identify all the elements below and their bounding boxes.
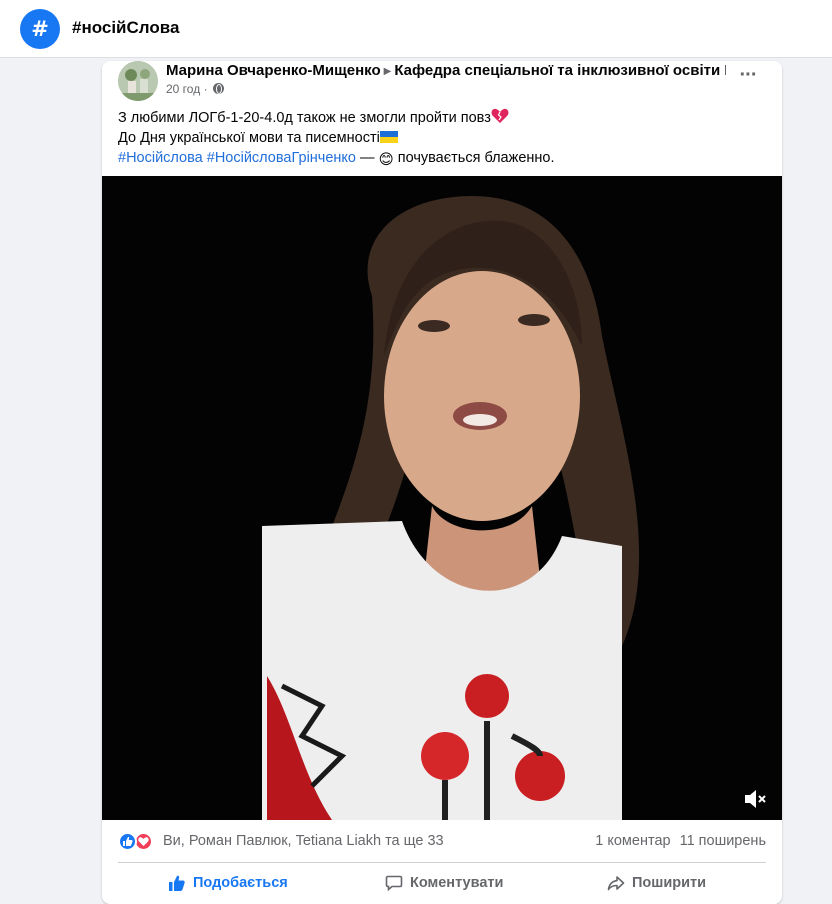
comment-icon [385,875,403,892]
post-text-line-1: З любими ЛОГб-1-20-4.0д також не змогли … [118,108,766,128]
post-time[interactable]: 20 год [166,82,200,96]
arrow-right-icon: ▶ [383,66,392,77]
engagement-counts: 1 коментар 11 поширень [595,833,766,849]
share-button[interactable]: Поширити [607,868,706,898]
video-frame [102,176,782,820]
ukraine-flag-icon [379,131,398,143]
like-label: Подобається [193,875,288,891]
video-player[interactable] [102,176,782,820]
share-label: Поширити [632,875,707,891]
smile-emoji: 😊 [378,152,394,168]
like-button[interactable]: Подобається [168,868,288,898]
globe-icon[interactable] [212,83,224,94]
post-card: Марина Овчаренко-Мищенко ▶ Кафедра спеціал… [102,61,782,904]
comment-button[interactable]: Коментувати [385,868,503,898]
post-author-line: Марина Овчаренко-Мищенко ▶ Кафедра спеціал… [166,62,726,79]
post-text-line-3: #Носійслова #НосійсловаГрінченко — 😊 поч… [118,150,555,168]
share-icon [607,876,625,891]
broken-heart-icon [491,108,509,123]
reactors-summary[interactable]: Ви, Роман Павлюк, Tetiana Liakh та ще 33 [163,833,444,849]
mute-button[interactable] [742,786,768,812]
post-meta: 20 год · [166,82,224,96]
comment-label: Коментувати [410,875,504,891]
meta-separator: · [203,82,208,96]
page-title[interactable]: #носійСлова [72,18,179,38]
author-name[interactable]: Марина Овчаренко-Мищенко [166,62,381,79]
thumbs-up-icon [169,875,185,891]
hashtag-link[interactable]: #Носійслова [118,150,203,166]
like-reaction-icon [118,832,137,851]
hashtag-icon: # [20,9,60,49]
comments-count[interactable]: 1 коментар [595,833,670,849]
more-options-icon[interactable]: ··· [734,65,762,93]
post-text-line-2: До Дня української мови та писемності [118,128,766,148]
shares-count[interactable]: 11 поширень [680,833,766,849]
group-name[interactable]: Кафедра спеціальної та інклюзивної освіт… [394,62,726,79]
avatar[interactable] [118,61,158,101]
speaker-muted-icon [745,790,766,808]
actions-divider [118,862,766,863]
page-header: # #носійСлова [0,0,832,58]
post-text: З любими ЛОГб-1-20-4.0д також не змогли … [118,108,766,170]
hashtag-link[interactable]: #НосійсловаГрінченко [207,150,356,166]
